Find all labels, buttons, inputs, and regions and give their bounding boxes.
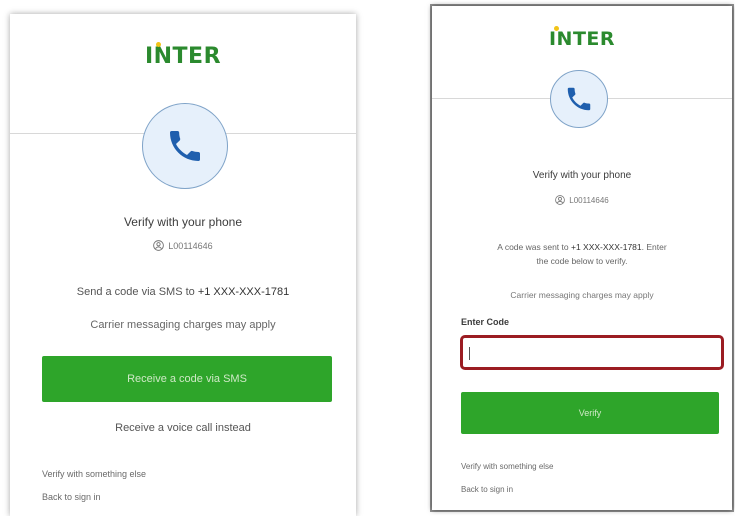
text-caret [469,347,470,360]
enter-code-input[interactable] [460,335,724,370]
code-sent-prefix: A code was sent to [497,242,569,252]
user-icon [153,240,165,251]
verify-other-link[interactable]: Verify with something else [42,469,146,479]
back-to-signin-link[interactable]: Back to sign in [42,492,101,502]
brand-logo-text: INTER [144,44,222,69]
phone-badge [550,70,608,128]
logo-dot [554,26,559,31]
enter-code-label: Enter Code [461,317,510,327]
send-code-text: Send a code via SMS to +1 XXX-XXX-1781 [10,286,356,298]
verify-sms-panel: INTER Verify with your phone L00114646 S… [10,14,356,516]
page-title: Verify with your phone [123,215,243,229]
voice-call-link[interactable]: Receive a voice call instead [10,422,356,434]
username-text: L00114646 [168,240,213,251]
phone-badge [142,103,228,189]
receive-sms-button[interactable]: Receive a code via SMS [42,356,332,402]
phone-number: +1 XXX-XXX-1781 [571,242,642,252]
phone-icon [170,131,200,161]
username-row: L00114646 [432,195,732,205]
back-to-signin-link[interactable]: Back to sign in [461,485,513,494]
brand-logo-text: INTER [548,28,616,50]
brand-logo: INTER [10,42,356,69]
phone-number: +1 XXX-XXX-1781 [197,286,290,298]
code-sent-suffix: Enter [646,242,667,252]
code-sent-line2: the code below to verify. [536,256,628,266]
carrier-note: Carrier messaging charges may apply [90,319,276,331]
brand-logo: INTER [432,26,732,50]
enter-code-panel: INTER Verify with your phone L00114646 A… [432,6,732,510]
username-text: L00114646 [569,195,609,205]
verify-button[interactable]: Verify [461,392,719,434]
verify-button-label: Verify [578,408,602,418]
logo-dot [156,42,161,47]
phone-icon [567,87,591,111]
username-row: L00114646 [10,240,356,251]
verify-other-link[interactable]: Verify with something else [461,462,554,471]
carrier-note: Carrier messaging charges may apply [510,290,654,300]
user-icon [555,195,566,205]
receive-sms-button-label: Receive a code via SMS [127,373,247,385]
code-sent-text: A code was sent to +1 XXX-XXX-1781. Ente… [497,242,667,252]
send-code-prefix: Send a code via SMS to [76,286,195,298]
page-title: Verify with your phone [532,170,632,181]
